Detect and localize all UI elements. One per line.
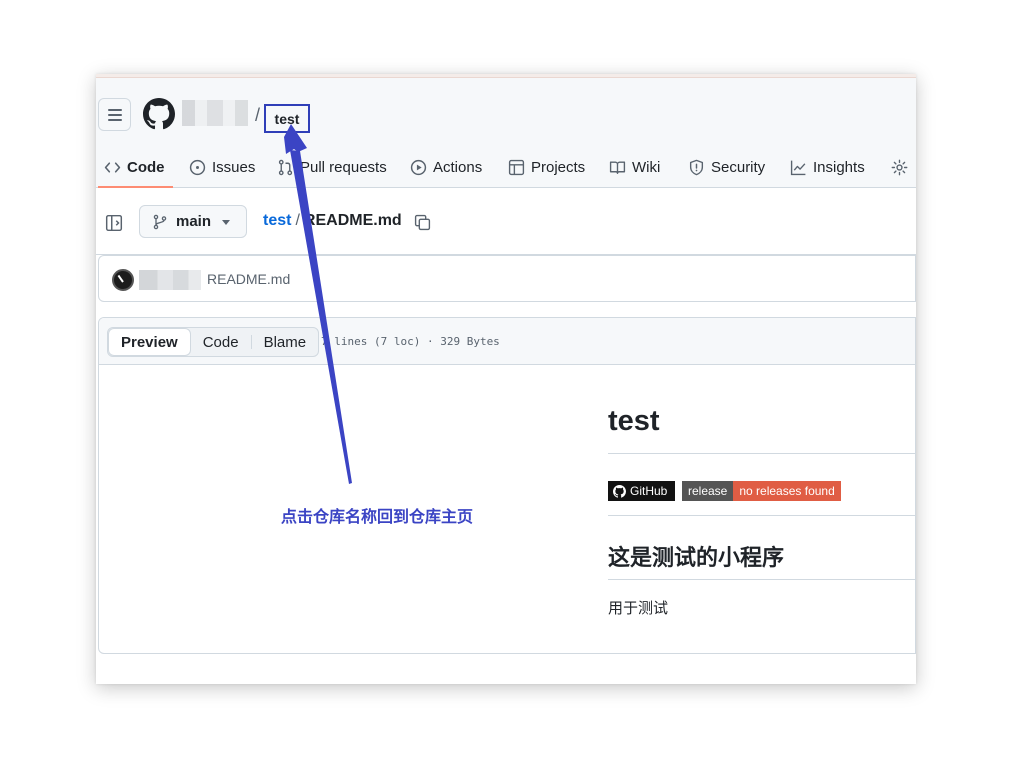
owner-name-redacted[interactable] (182, 100, 248, 126)
readme-heading: 这是测试的小程序 (608, 545, 785, 570)
github-badge-label: GitHub (630, 484, 668, 498)
divider (608, 515, 915, 516)
branch-selector-button[interactable]: main (139, 205, 247, 238)
release-badge-label: release (682, 481, 734, 501)
gear-icon (891, 159, 908, 175)
active-tab-underline (98, 186, 173, 188)
github-badge[interactable]: GitHub (608, 481, 675, 501)
readme-title: test (608, 405, 660, 437)
graph-icon (790, 160, 806, 175)
tab-pull-requests[interactable]: Pull requests (277, 146, 387, 188)
tab-wiki[interactable]: Wiki (609, 146, 660, 188)
tab-security-label: Security (711, 158, 766, 176)
tab-issues-label: Issues (212, 158, 256, 176)
branch-name: main (176, 213, 212, 230)
tab-wiki-label: Wiki (632, 158, 661, 176)
tab-insights[interactable]: Insights (790, 146, 865, 188)
annotation-label: 点击仓库名称回到仓库主页 (281, 509, 474, 526)
view-preview-button[interactable]: Preview (108, 328, 191, 356)
breadcrumb-repo-link[interactable]: test (263, 212, 291, 230)
breadcrumb-separator: / (295, 212, 300, 229)
breadcrumb-filename: README.md (303, 212, 402, 229)
divider (608, 453, 915, 454)
tab-code[interactable]: Code (104, 146, 165, 188)
view-code-button[interactable]: Code (191, 328, 251, 356)
file-toolbar: Preview Code Blame 7 lines (7 loc) · 329… (99, 318, 915, 365)
shield-icon (689, 159, 704, 175)
tab-projects-label: Projects (531, 158, 586, 176)
sidebar-expand-icon[interactable] (105, 214, 123, 232)
tab-insights-label: Insights (813, 158, 865, 176)
file-viewer: Preview Code Blame 7 lines (7 loc) · 329… (98, 317, 916, 654)
readme-paragraph: 用于测试 (608, 600, 669, 617)
file-navigation-bar: main test / README.md (96, 189, 916, 255)
github-logo-icon[interactable] (143, 98, 175, 130)
tab-code-label: Code (127, 158, 165, 176)
file-meta-info: 7 lines (7 loc) · 329 Bytes (321, 335, 500, 348)
table-icon (508, 159, 525, 175)
repo-name-link[interactable]: test (264, 104, 310, 133)
tab-pull-requests-label: Pull requests (300, 158, 387, 176)
tab-issues[interactable]: Issues (189, 146, 255, 188)
commit-author-redacted[interactable] (139, 270, 201, 290)
avatar[interactable] (112, 269, 134, 291)
book-icon (609, 160, 626, 174)
tab-actions-label: Actions (433, 158, 483, 176)
browser-window: / test Code Issues Pull requests Actions… (96, 74, 916, 684)
copy-path-icon[interactable] (414, 214, 431, 231)
github-logo-icon (613, 484, 626, 498)
release-badge-value: no releases found (733, 481, 841, 501)
tab-actions[interactable]: Actions (410, 146, 482, 188)
repo-header: / test Code Issues Pull requests Actions… (96, 78, 916, 188)
pull-request-icon (278, 159, 293, 175)
commit-message[interactable]: README.md (207, 271, 290, 287)
latest-commit-box: README.md (98, 255, 916, 302)
menu-line-icon (107, 108, 122, 111)
divider (608, 579, 915, 580)
breadcrumb-separator: / (255, 105, 261, 125)
menu-line-icon (107, 113, 122, 116)
tab-security[interactable]: Security (688, 146, 765, 188)
file-breadcrumb: test / README.md (263, 212, 402, 230)
tab-projects[interactable]: Projects (508, 146, 585, 188)
view-blame-button[interactable]: Blame (252, 328, 319, 356)
branch-icon (153, 214, 167, 229)
chevron-down-icon (222, 220, 230, 225)
release-badge[interactable]: release no releases found (682, 481, 841, 501)
hamburger-menu-button[interactable] (98, 98, 131, 131)
repo-nav-tabs: Code Issues Pull requests Actions Projec… (96, 146, 916, 188)
issue-icon (189, 159, 206, 175)
menu-line-icon (107, 118, 122, 121)
view-mode-segmented-control: Preview Code Blame (107, 327, 320, 357)
play-icon (410, 159, 427, 175)
settings-button[interactable] (891, 146, 908, 188)
code-icon (104, 161, 121, 173)
